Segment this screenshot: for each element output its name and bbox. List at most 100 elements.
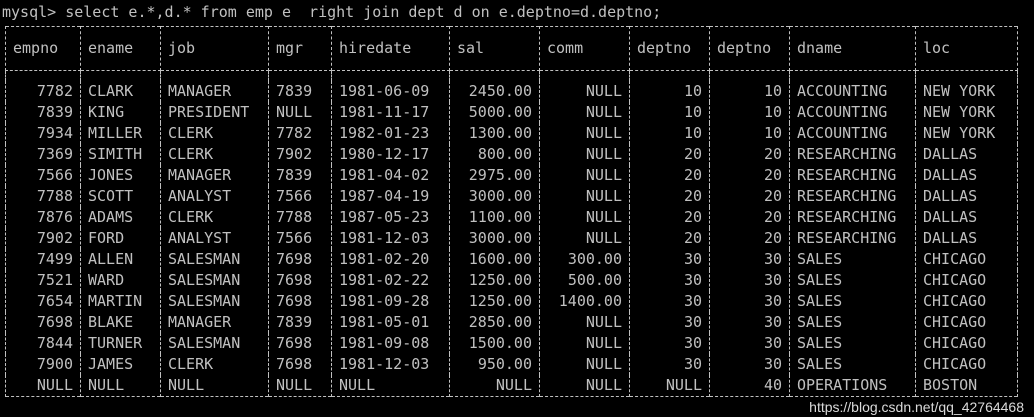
cell-empno: 7839	[5, 102, 81, 123]
cell-mgr: 7839	[268, 165, 332, 186]
spacer-cell	[160, 70, 269, 81]
cell-deptno: 10	[629, 123, 710, 144]
cell-ename: CLARK	[80, 81, 161, 102]
cell-deptno: 30	[629, 333, 710, 354]
cell-sal: 3000.00	[449, 186, 540, 207]
cell-loc: BOSTON	[915, 375, 1018, 397]
cell-loc: CHICAGO	[915, 249, 1018, 270]
column-header-mgr: mgr	[268, 26, 332, 71]
cell-ename: JAMES	[80, 354, 161, 375]
cell-comm: NULL	[539, 144, 630, 165]
cell-hiredate: 1981-04-02	[331, 165, 450, 186]
cell-sal: 2975.00	[449, 165, 540, 186]
cell-job: CLERK	[160, 123, 269, 144]
cell-deptno: 20	[629, 186, 710, 207]
cell-sal: 1300.00	[449, 123, 540, 144]
cell-deptno: 20	[629, 207, 710, 228]
cell-comm: 300.00	[539, 249, 630, 270]
cell-mgr: 7698	[268, 354, 332, 375]
cell-comm: NULL	[539, 375, 630, 397]
cell-empno: 7369	[5, 144, 81, 165]
table-row: 7900 JAMES CLERK 7698 1981-12-03 950.00 NULL 30…	[5, 354, 1018, 375]
cell-sal: 950.00	[449, 354, 540, 375]
cell-ename: FORD	[80, 228, 161, 249]
cell-job: SALESMAN	[160, 270, 269, 291]
cell-empno: NULL	[5, 375, 81, 397]
cell-mgr: 7698	[268, 291, 332, 312]
cell-deptno: 20	[629, 144, 710, 165]
cell-hiredate: 1987-05-23	[331, 207, 450, 228]
cell-job: CLERK	[160, 354, 269, 375]
cell-sal: 2850.00	[449, 312, 540, 333]
table-body: 7782 CLARK MANAGER 7839 1981-06-09 2450.00 NUL…	[5, 70, 1018, 397]
cell-deptno: 20	[709, 144, 790, 165]
terminal-window[interactable]: mysql> select e.*,d.* from emp e right j…	[0, 0, 1034, 417]
table-row: 7654 MARTIN SALESMAN 7698 1981-09-28 1250.00 1…	[5, 291, 1018, 312]
cell-empno: 7788	[5, 186, 81, 207]
cell-dname: SALES	[789, 312, 916, 333]
cell-deptno: 30	[709, 270, 790, 291]
spacer-row	[5, 70, 1018, 81]
cell-mgr: 7698	[268, 249, 332, 270]
cell-dname: ACCOUNTING	[789, 81, 916, 102]
cell-comm: 1400.00	[539, 291, 630, 312]
cell-comm: NULL	[539, 102, 630, 123]
cell-mgr: 7698	[268, 270, 332, 291]
cell-deptno: 20	[629, 228, 710, 249]
table-row: 7934 MILLER CLERK 7782 1982-01-23 1300.00 NULL…	[5, 123, 1018, 144]
cell-empno: 7654	[5, 291, 81, 312]
cell-job: SALESMAN	[160, 333, 269, 354]
cell-empno: 7934	[5, 123, 81, 144]
cell-job: ANALYST	[160, 186, 269, 207]
cell-mgr: 7698	[268, 333, 332, 354]
spacer-cell	[629, 70, 710, 81]
cell-deptno: 10	[629, 81, 710, 102]
cell-comm: NULL	[539, 333, 630, 354]
cell-dname: RESEARCHING	[789, 207, 916, 228]
cell-hiredate: 1981-12-03	[331, 354, 450, 375]
cell-empno: 7521	[5, 270, 81, 291]
cell-deptno: 20	[709, 207, 790, 228]
cell-ename: MARTIN	[80, 291, 161, 312]
cell-ename: NULL	[80, 375, 161, 397]
cell-deptno: 30	[709, 312, 790, 333]
column-header-ename: ename	[80, 26, 161, 71]
cell-deptno: 20	[709, 165, 790, 186]
cell-dname: SALES	[789, 354, 916, 375]
cell-empno: 7499	[5, 249, 81, 270]
cell-job: PRESIDENT	[160, 102, 269, 123]
cell-dname: ACCOUNTING	[789, 123, 916, 144]
spacer-cell	[5, 70, 81, 81]
cell-deptno: 10	[709, 81, 790, 102]
mysql-prompt: mysql>	[2, 3, 57, 21]
cell-job: SALESMAN	[160, 249, 269, 270]
command-line: mysql> select e.*,d.* from emp e right j…	[2, 2, 661, 22]
cell-hiredate: 1981-02-22	[331, 270, 450, 291]
cell-mgr: NULL	[268, 375, 332, 397]
cell-mgr: NULL	[268, 102, 332, 123]
cell-ename: SIMITH	[80, 144, 161, 165]
cell-dname: SALES	[789, 270, 916, 291]
cell-ename: SCOTT	[80, 186, 161, 207]
cell-job: SALESMAN	[160, 291, 269, 312]
cell-dname: SALES	[789, 249, 916, 270]
column-header-hiredate: hiredate	[331, 26, 450, 71]
cell-dname: RESEARCHING	[789, 165, 916, 186]
spacer-cell	[709, 70, 790, 81]
cell-loc: CHICAGO	[915, 312, 1018, 333]
cell-empno: 7844	[5, 333, 81, 354]
cell-deptno: NULL	[629, 375, 710, 397]
cell-loc: CHICAGO	[915, 270, 1018, 291]
cell-hiredate: 1981-09-08	[331, 333, 450, 354]
cell-loc: CHICAGO	[915, 354, 1018, 375]
cell-job: MANAGER	[160, 312, 269, 333]
cell-mgr: 7839	[268, 312, 332, 333]
cell-deptno: 30	[629, 354, 710, 375]
table-row: 7844 TURNER SALESMAN 7698 1981-09-08 1500.00 N…	[5, 333, 1018, 354]
cell-loc: DALLAS	[915, 144, 1018, 165]
cell-hiredate: 1981-11-17	[331, 102, 450, 123]
table-row: 7876 ADAMS CLERK 7788 1987-05-23 1100.00 NULL 2…	[5, 207, 1018, 228]
cell-ename: JONES	[80, 165, 161, 186]
cell-sal: 3000.00	[449, 228, 540, 249]
cell-mgr: 7566	[268, 186, 332, 207]
